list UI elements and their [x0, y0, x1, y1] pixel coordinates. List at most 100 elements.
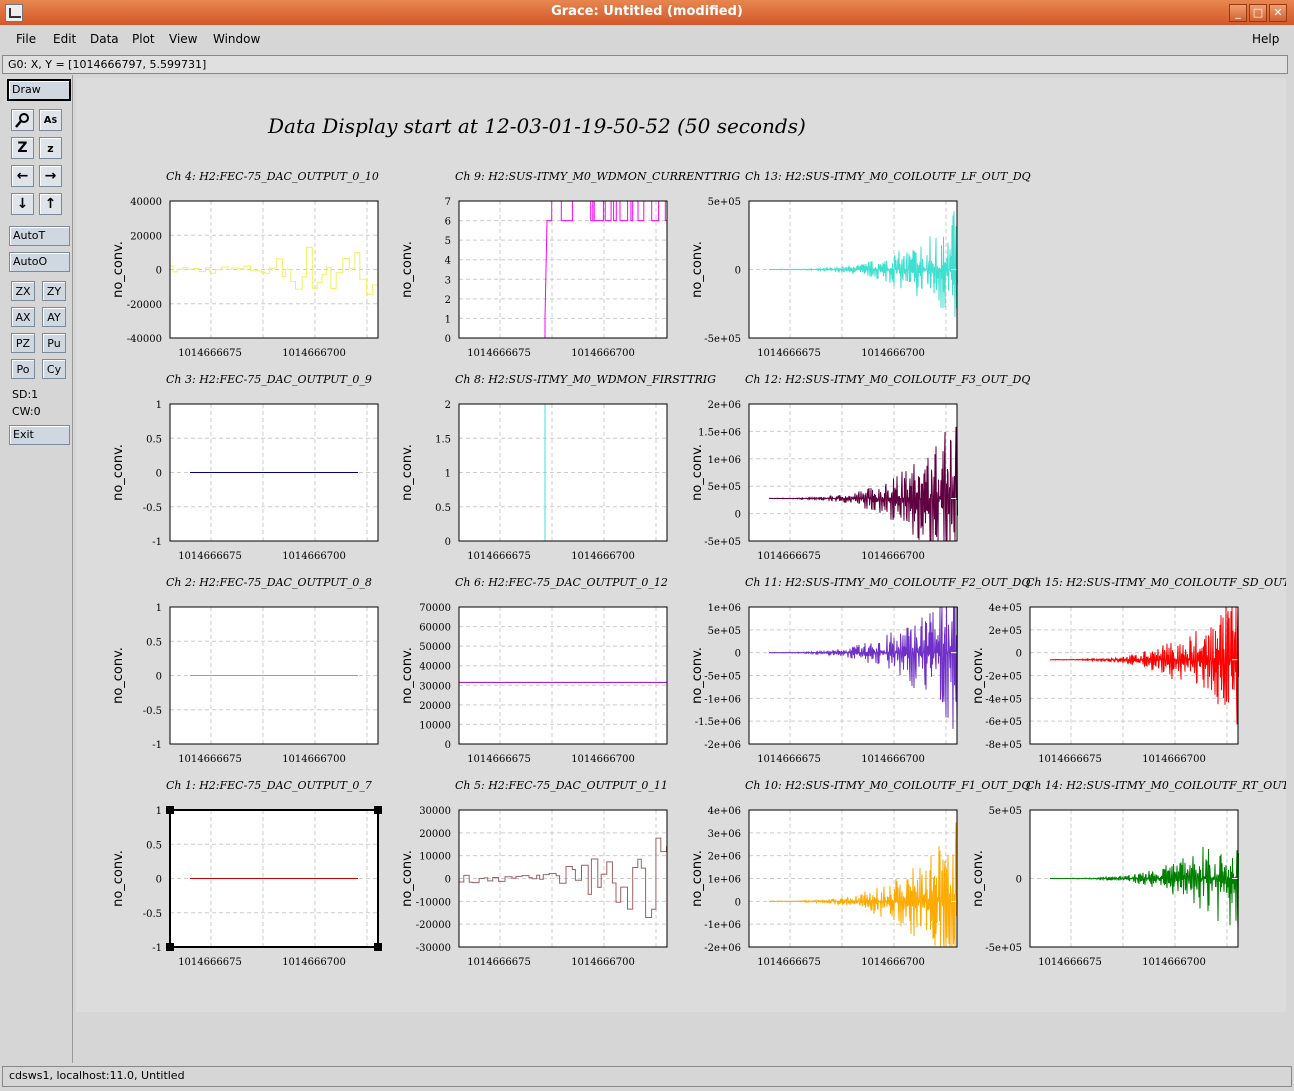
maximize-button[interactable]: □	[1249, 4, 1267, 22]
plot-canvas[interactable]: Data Display start at 12-03-01-19-50-52 …	[76, 78, 1294, 1012]
y-axis-label: no_conv.	[400, 241, 415, 298]
scroll-up-icon[interactable]: ↑	[39, 193, 62, 215]
chart-panel[interactable]: Ch 15: H2:SUS-ITMY_M0_COILOUTF_SD_OUT_DQ…	[971, 576, 1294, 765]
y-tick-label: 0	[156, 672, 162, 683]
exit-button[interactable]: Exit	[9, 425, 70, 445]
menu-window[interactable]: Window	[213, 32, 260, 46]
chart-panel[interactable]: Ch 5: H2:FEC-75_DAC_OUTPUT_0_11 30000 2000…	[400, 779, 668, 968]
x-tick-label: 1014666675	[178, 754, 242, 765]
ax-button[interactable]: AX	[11, 307, 35, 327]
chart-title: Ch 8: H2:SUS-ITMY_M0_WDMON_FIRSTTRIG	[455, 373, 716, 386]
x-tick-label: 1014666700	[1142, 754, 1206, 765]
y-tick-label: 5	[445, 236, 451, 247]
menu-bar: File Edit Data Plot View Window Help	[2, 26, 1290, 52]
menu-plot[interactable]: Plot	[132, 32, 155, 46]
y-tick-label: 1	[445, 469, 451, 480]
autoo-button[interactable]: AutoO	[9, 252, 70, 272]
autoscale-icon[interactable]: AS	[39, 109, 62, 131]
y-tick-label: 50000	[419, 642, 451, 653]
zoom-out-icon[interactable]: z	[39, 137, 62, 159]
cw-label: CW:0	[12, 405, 41, 418]
y-tick-label: 0	[445, 334, 451, 345]
y-tick-label: 1	[156, 603, 162, 614]
pz-button[interactable]: PZ	[11, 333, 35, 353]
graph-svg[interactable]: Data Display start at 12-03-01-19-50-52 …	[76, 78, 1294, 1012]
x-tick-label: 1014666675	[757, 754, 821, 765]
y-tick-label: 0	[735, 510, 741, 521]
selection-handle[interactable]	[374, 806, 382, 814]
y-tick-label: -30000	[416, 943, 451, 954]
zy-button[interactable]: ZY	[42, 281, 66, 301]
y-tick-label: 5e+05	[708, 482, 741, 493]
autot-button[interactable]: AutoT	[9, 226, 70, 246]
y-tick-label: -6e+05	[985, 717, 1022, 728]
menu-data[interactable]: Data	[90, 32, 119, 46]
x-tick-label: 1014666675	[467, 551, 531, 562]
y-axis-label: no_conv.	[690, 647, 705, 704]
scroll-right-icon[interactable]: →	[39, 165, 62, 187]
chart-panel[interactable]: Ch 4: H2:FEC-75_DAC_OUTPUT_0_10 40000 2000…	[111, 170, 379, 359]
chart-panel[interactable]: Ch 2: H2:FEC-75_DAC_OUTPUT_0_8 1 0.5 0 -0.5 -…	[111, 576, 379, 765]
selection-handle[interactable]	[374, 943, 382, 951]
selection-handle[interactable]	[166, 943, 174, 951]
y-tick-label: 0	[445, 875, 451, 886]
y-tick-label: 0	[156, 266, 162, 277]
minimize-button[interactable]: _	[1229, 4, 1247, 22]
plot-frame[interactable]	[458, 200, 668, 339]
chart-panel[interactable]: Ch 3: H2:FEC-75_DAC_OUTPUT_0_9 1 0.5 0 -0.5 -…	[111, 373, 379, 562]
y-tick-label: 30000	[419, 806, 451, 817]
x-tick-label: 1014666675	[467, 957, 531, 968]
menu-help[interactable]: Help	[1252, 32, 1279, 46]
status-bar: cdsws1, localhost:11.0, Untitled	[2, 1066, 1292, 1087]
menu-file[interactable]: File	[16, 32, 36, 46]
y-tick-label: 5e+05	[989, 806, 1022, 817]
y-tick-label: 5e+05	[708, 626, 741, 637]
y-tick-label: 3	[445, 275, 451, 286]
y-axis-label: no_conv.	[111, 850, 126, 907]
chart-panel[interactable]: Ch 6: H2:FEC-75_DAC_OUTPUT_0_12 70000 6000…	[400, 576, 668, 765]
chart-panel[interactable]: Ch 14: H2:SUS-ITMY_M0_COILOUTF_RT_OUT_DQ…	[971, 779, 1294, 968]
menu-edit[interactable]: Edit	[53, 32, 76, 46]
x-tick-label: 1014666675	[757, 957, 821, 968]
chart-title: Ch 12: H2:SUS-ITMY_M0_COILOUTF_F3_OUT_DQ	[745, 373, 1030, 386]
zoom-in-icon[interactable]: Z	[11, 137, 34, 159]
cy-button[interactable]: Cy	[42, 359, 66, 379]
y-tick-label: -1	[152, 943, 162, 954]
x-tick-label: 1014666675	[1038, 957, 1102, 968]
scroll-left-icon[interactable]: ←	[11, 165, 34, 187]
y-tick-label: -1.5e+06	[695, 717, 741, 728]
menu-view[interactable]: View	[169, 32, 197, 46]
po-button[interactable]: Po	[11, 359, 35, 379]
chart-panel[interactable]: Ch 12: H2:SUS-ITMY_M0_COILOUTF_F3_OUT_DQ…	[690, 373, 1030, 562]
draw-button[interactable]: Draw	[7, 79, 71, 101]
sd-label: SD:1	[12, 388, 39, 401]
zoom-icon[interactable]	[11, 109, 34, 131]
zx-button[interactable]: ZX	[11, 281, 35, 301]
chart-panel[interactable]: Ch 13: H2:SUS-ITMY_M0_COILOUTF_LF_OUT_DQ…	[690, 170, 1031, 359]
y-tick-label: 20000	[419, 701, 451, 712]
selection-handle[interactable]	[166, 806, 174, 814]
y-tick-label: -0.5	[143, 503, 162, 514]
y-tick-label: -1	[152, 740, 162, 751]
y-tick-label: -0.5	[143, 706, 162, 717]
ay-button[interactable]: AY	[42, 307, 66, 327]
title-bar: Grace: Untitled (modified) _ □ ✕	[0, 0, 1294, 25]
chart-title: Ch 6: H2:FEC-75_DAC_OUTPUT_0_12	[455, 576, 668, 589]
scroll-down-icon[interactable]: ↓	[11, 193, 34, 215]
chart-panel[interactable]: Ch 1: H2:FEC-75_DAC_OUTPUT_0_7 1 0.5 0 -0.5 -…	[111, 779, 382, 968]
y-tick-label: -5e+05	[704, 672, 741, 683]
plot-title: Data Display start at 12-03-01-19-50-52 …	[267, 114, 806, 138]
pu-button[interactable]: Pu	[42, 333, 66, 353]
y-tick-label: 0.5	[146, 637, 162, 648]
x-tick-label: 1014666675	[757, 348, 821, 359]
y-tick-label: 30000	[419, 681, 451, 692]
locator-text: G0: X, Y = [1014666797, 5.599731]	[8, 58, 207, 71]
y-tick-label: 10000	[419, 720, 451, 731]
y-tick-label: 4e+06	[708, 806, 741, 817]
chart-panel[interactable]: Ch 8: H2:SUS-ITMY_M0_WDMON_FIRSTTRIG 2 1.5…	[400, 373, 716, 562]
y-axis-label: no_conv.	[690, 241, 705, 298]
y-tick-label: 1	[445, 314, 451, 325]
close-button[interactable]: ✕	[1269, 4, 1287, 22]
status-text: cdsws1, localhost:11.0, Untitled	[9, 1069, 185, 1082]
plot-frame[interactable]	[458, 606, 668, 745]
